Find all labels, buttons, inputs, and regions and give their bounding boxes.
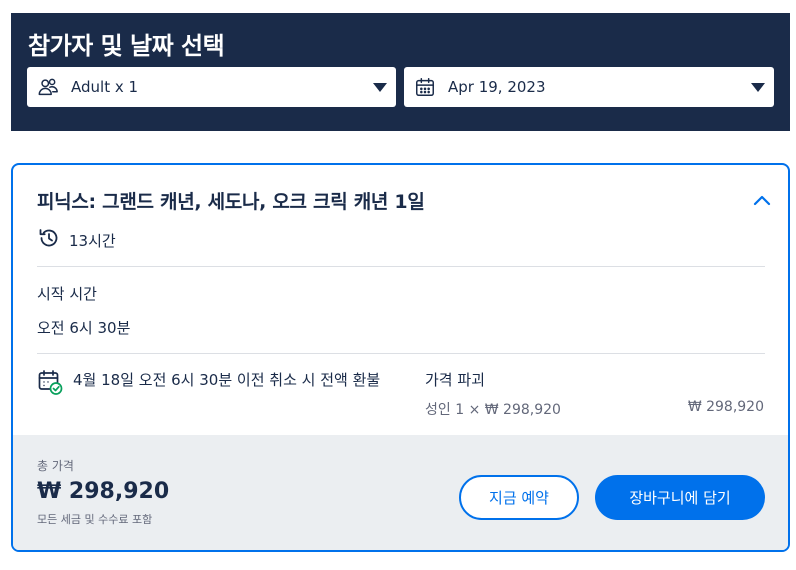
price-line-amount: ₩ 298,920 — [687, 399, 764, 415]
date-value: Apr 19, 2023 — [448, 78, 546, 96]
price-line: 성인 1 × ₩ 298,920 — [425, 402, 561, 418]
start-time-value: 오전 6시 30분 — [37, 319, 131, 337]
book-now-button[interactable]: 지금 예약 — [459, 475, 579, 520]
participants-value: Adult x 1 — [71, 78, 139, 96]
booking-header: 참가자 및 날짜 선택 Adult x 1 Apr 19, 2023 — [11, 13, 790, 131]
divider — [37, 353, 765, 354]
duration-row: 13시간 — [37, 226, 116, 254]
caret-down-icon — [373, 82, 387, 92]
header-title: 참가자 및 날짜 선택 — [28, 32, 225, 60]
chevron-up-icon[interactable] — [753, 191, 771, 206]
cancellation-policy: 4월 18일 오전 6시 30분 이전 취소 시 전액 환불 — [73, 371, 381, 389]
calendar-check-icon — [37, 369, 63, 395]
participants-dropdown[interactable]: Adult x 1 — [27, 67, 396, 107]
price-footer: 총 가격 ₩ 298,920 모든 세금 및 수수료 포함 지금 예약 장바구니… — [13, 435, 788, 550]
cancellation-row: 4월 18일 오전 6시 30분 이전 취소 시 전액 환불 — [37, 369, 383, 395]
total-price-amount: ₩ 298,920 — [37, 479, 170, 504]
people-icon — [36, 75, 60, 99]
divider — [37, 266, 765, 267]
duration-text: 13시간 — [69, 231, 116, 250]
add-to-cart-button[interactable]: 장바구니에 담기 — [595, 475, 765, 520]
caret-down-icon — [751, 82, 765, 92]
option-card: 피닉스: 그랜드 캐년, 세도나, 오크 크릭 캐년 1일 13시간 시작 시간… — [11, 163, 790, 552]
total-price-label: 총 가격 — [37, 459, 74, 473]
price-breakdown-label: 가격 파괴 — [425, 371, 485, 389]
date-dropdown[interactable]: Apr 19, 2023 — [404, 67, 774, 107]
tax-note: 모든 세금 및 수수료 포함 — [37, 513, 153, 526]
calendar-icon — [413, 75, 437, 99]
clock-history-icon — [37, 226, 61, 254]
start-time-label: 시작 시간 — [37, 285, 97, 303]
option-title: 피닉스: 그랜드 캐년, 세도나, 오크 크릭 캐년 1일 — [37, 191, 425, 213]
